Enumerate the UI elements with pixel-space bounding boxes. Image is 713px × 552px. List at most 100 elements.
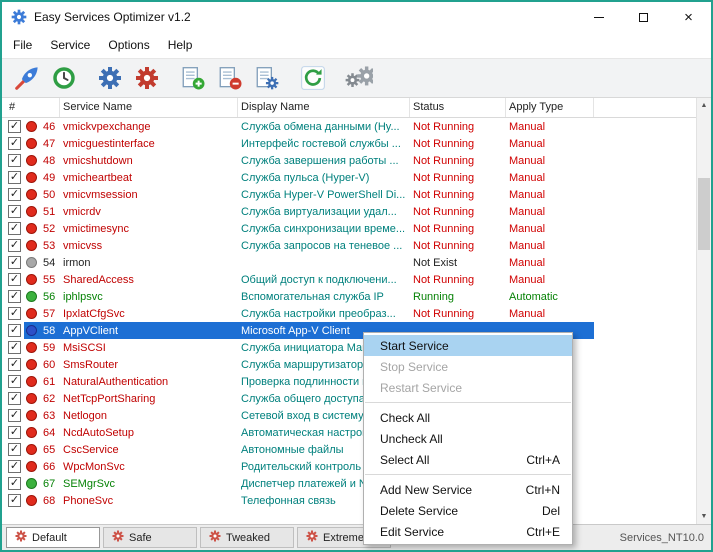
service-row-NaturalAuthentication[interactable]: ✓ 61 NaturalAuthentication Проверка подлинн… — [2, 373, 696, 390]
service-name: MsiSCSI — [63, 341, 106, 354]
row-checkbox[interactable]: ✓ — [8, 494, 21, 507]
service-row-PhoneSvc[interactable]: ✓ 68 PhoneSvc Телефонная связь — [2, 492, 696, 509]
service-row-vmicrdv[interactable]: ✓ 51 vmicrdv Служба виртуализации удал... No… — [2, 203, 696, 220]
service-row-WpcMonSvc[interactable]: ✓ 66 WpcMonSvc Родительский контроль — [2, 458, 696, 475]
vertical-scrollbar[interactable]: ▲ ▼ — [696, 98, 711, 524]
row-checkbox[interactable]: ✓ — [8, 392, 21, 405]
maximize-button[interactable] — [621, 2, 666, 32]
service-row-vmickvpexchange[interactable]: ✓ 46 vmickvpexchange Служба обмена данными … — [2, 118, 696, 135]
tab-safe[interactable]: Safe — [103, 527, 197, 548]
status-dot-gray — [26, 257, 37, 268]
apply-type: Manual — [509, 222, 546, 235]
service-row-vmicshutdown[interactable]: ✓ 48 vmicshutdown Служба завершения работы … — [2, 152, 696, 169]
service-row-vmictimesync[interactable]: ✓ 52 vmictimesync Служба синхронизации врем… — [2, 220, 696, 237]
options-gears-icon[interactable] — [342, 61, 376, 95]
context-item-label: Add New Service — [380, 482, 473, 497]
row-checkbox[interactable]: ✓ — [8, 358, 21, 371]
column-header-service-name[interactable]: Service Name — [60, 98, 238, 117]
service-row-CscService[interactable]: ✓ 65 CscService Автономные файлы — [2, 441, 696, 458]
row-checkbox[interactable]: ✓ — [8, 477, 21, 490]
row-checkbox[interactable]: ✓ — [8, 409, 21, 422]
service-row-Netlogon[interactable]: ✓ 63 Netlogon Сетевой вход в систему — [2, 407, 696, 424]
row-checkbox[interactable]: ✓ — [8, 375, 21, 388]
row-checkbox[interactable]: ✓ — [8, 307, 21, 320]
menu-file[interactable]: File — [4, 34, 41, 56]
apply-type: Manual — [509, 307, 546, 320]
row-checkbox[interactable]: ✓ — [8, 341, 21, 354]
tab-default[interactable]: Default — [6, 527, 100, 548]
install-service-gear-icon[interactable] — [93, 61, 127, 95]
status-dot-red — [26, 427, 37, 438]
column-header-display-name[interactable]: Display Name — [238, 98, 410, 117]
row-checkbox[interactable]: ✓ — [8, 205, 21, 218]
tab-gear-icon — [15, 530, 27, 545]
row-checkbox[interactable]: ✓ — [8, 324, 21, 337]
service-row-vmicvmsession[interactable]: ✓ 50 vmicvmsession Служба Hyper-V PowerShel… — [2, 186, 696, 203]
context-item-label: Start Service — [380, 338, 449, 353]
context-item-check-all[interactable]: Check All — [364, 407, 572, 428]
optimize-rocket-icon[interactable] — [10, 61, 44, 95]
column-header-apply-type[interactable]: Apply Type — [506, 98, 594, 117]
row-checkbox[interactable]: ✓ — [8, 460, 21, 473]
restore-defaults-clock-icon[interactable] — [47, 61, 81, 95]
service-row-NetTcpPortSharing[interactable]: ✓ 62 NetTcpPortSharing Служба общего доступ… — [2, 390, 696, 407]
row-checkbox[interactable]: ✓ — [8, 273, 21, 286]
service-row-vmicguestinterface[interactable]: ✓ 47 vmicguestinterface Интерфейс гостевой … — [2, 135, 696, 152]
row-checkbox[interactable]: ✓ — [8, 290, 21, 303]
context-item-add-new-service[interactable]: Add New Service Ctrl+N — [364, 479, 572, 500]
service-row-vmicheartbeat[interactable]: ✓ 49 vmicheartbeat Служба пульса (Hyper-V) N… — [2, 169, 696, 186]
delete-service-icon[interactable] — [213, 61, 247, 95]
scroll-down-icon[interactable]: ▼ — [697, 509, 711, 524]
row-checkbox[interactable]: ✓ — [8, 426, 21, 439]
context-item-uncheck-all[interactable]: Uncheck All — [364, 428, 572, 449]
status-dot-red — [26, 155, 37, 166]
minimize-button[interactable] — [576, 2, 621, 32]
service-status: Not Running — [413, 307, 475, 320]
column-header-status[interactable]: Status — [410, 98, 506, 117]
service-row-vmicvss[interactable]: ✓ 53 vmicvss Служба запросов на теневое ...… — [2, 237, 696, 254]
context-item-delete-service[interactable]: Delete Service Del — [364, 500, 572, 521]
row-checkbox[interactable]: ✓ — [8, 188, 21, 201]
menu-help[interactable]: Help — [159, 34, 202, 56]
row-checkbox[interactable]: ✓ — [8, 137, 21, 150]
toolbar — [2, 58, 711, 98]
service-row-irmon[interactable]: ✓ 54 irmon Not Exist Manual — [2, 254, 696, 271]
close-button[interactable]: × — [666, 2, 711, 32]
status-dot-red — [26, 240, 37, 251]
menu-options[interactable]: Options — [99, 34, 158, 56]
row-checkbox[interactable]: ✓ — [8, 154, 21, 167]
scrollbar-thumb[interactable] — [698, 178, 710, 250]
service-row-MsiSCSI[interactable]: ✓ 59 MsiSCSI Служба инициатора Майкрос... — [2, 339, 696, 356]
context-item-select-all[interactable]: Select All Ctrl+A — [364, 449, 572, 470]
service-row-SEMgrSvc[interactable]: ✓ 67 SEMgrSvc Диспетчер платежей и NFC/... — [2, 475, 696, 492]
menu-service[interactable]: Service — [41, 34, 99, 56]
scroll-up-icon[interactable]: ▲ — [697, 98, 711, 113]
context-item-edit-service[interactable]: Edit Service Ctrl+E — [364, 521, 572, 542]
service-row-NcdAutoSetup[interactable]: ✓ 64 NcdAutoSetup Автоматическая настройка … — [2, 424, 696, 441]
row-checkbox[interactable]: ✓ — [8, 120, 21, 133]
status-dot-red — [26, 393, 37, 404]
column-header-filler — [594, 98, 696, 117]
service-row-SmsRouter[interactable]: ✓ 60 SmsRouter Служба маршрутизатора SM... — [2, 356, 696, 373]
edit-service-icon[interactable] — [250, 61, 284, 95]
context-item-start-service[interactable]: Start Service — [364, 335, 572, 356]
tab-tweaked[interactable]: Tweaked — [200, 527, 294, 548]
row-checkbox[interactable]: ✓ — [8, 222, 21, 235]
row-number: 63 — [43, 409, 56, 422]
minimize-icon — [593, 16, 604, 18]
refresh-icon[interactable] — [296, 61, 330, 95]
status-dot-green — [26, 478, 37, 489]
add-service-icon[interactable] — [176, 61, 210, 95]
column-header-num[interactable]: # — [6, 98, 60, 117]
status-dot-red — [26, 376, 37, 387]
service-row-IpxlatCfgSvc[interactable]: ✓ 57 IpxlatCfgSvc Служба настройки преобраз… — [2, 305, 696, 322]
row-checkbox[interactable]: ✓ — [8, 443, 21, 456]
app-window: Easy Services Optimizer v1.2 × File Servi… — [0, 0, 713, 552]
row-checkbox[interactable]: ✓ — [8, 256, 21, 269]
row-checkbox[interactable]: ✓ — [8, 239, 21, 252]
service-row-AppVClient[interactable]: ✓ 58 AppVClient Microsoft App-V Client — [2, 322, 696, 339]
service-row-iphlpsvc[interactable]: ✓ 56 iphlpsvc Вспомогательная служба IP Runn… — [2, 288, 696, 305]
service-row-SharedAccess[interactable]: ✓ 55 SharedAccess Общий доступ к подключени… — [2, 271, 696, 288]
uninstall-service-gear-icon[interactable] — [130, 61, 164, 95]
row-checkbox[interactable]: ✓ — [8, 171, 21, 184]
